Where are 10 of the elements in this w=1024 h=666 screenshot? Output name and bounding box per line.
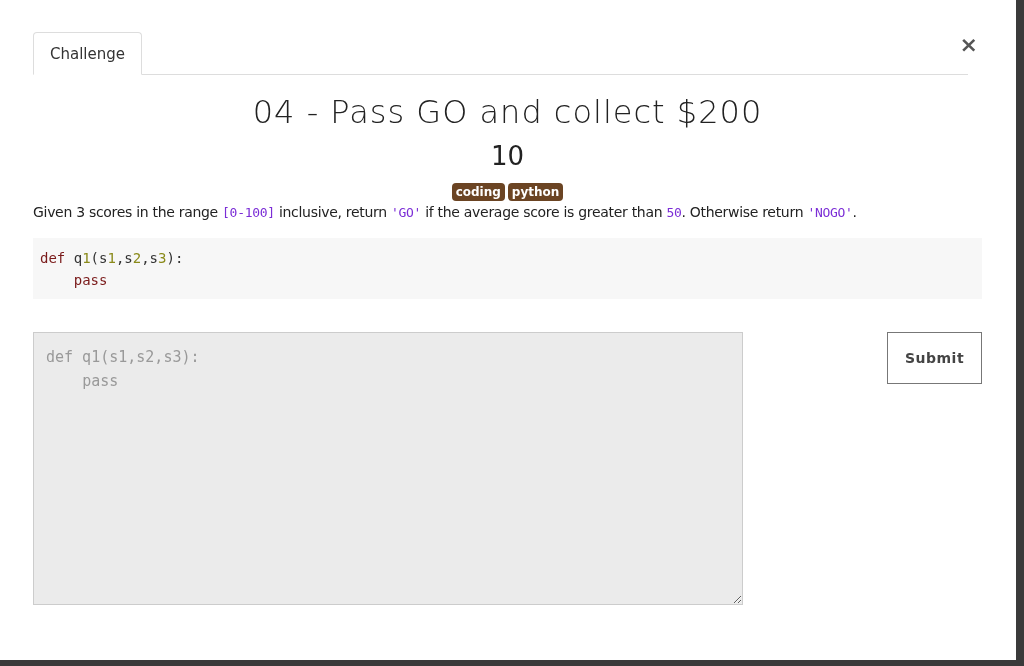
points-value: 10 (489, 141, 526, 171)
challenge-description: Given 3 scores in the range [0-100] inclusive, return 'GO' if the average score is greater than 50. Otherwise return 'NOGO'. (33, 204, 858, 220)
answer-field[interactable]: def q1(s1,s2,s3): pass (33, 332, 743, 605)
close-button[interactable]: × (957, 32, 980, 57)
tag-label: coding (451, 183, 505, 201)
challenge-title: 04 - Pass GO and collect $200 (251, 93, 764, 131)
code-block: def q 1(s 1,s2,s3): pass (33, 238, 982, 299)
submit-button[interactable]: Submit (887, 332, 982, 384)
tab[interactable]: Challenge (33, 32, 142, 75)
tag-label: python (507, 183, 564, 201)
